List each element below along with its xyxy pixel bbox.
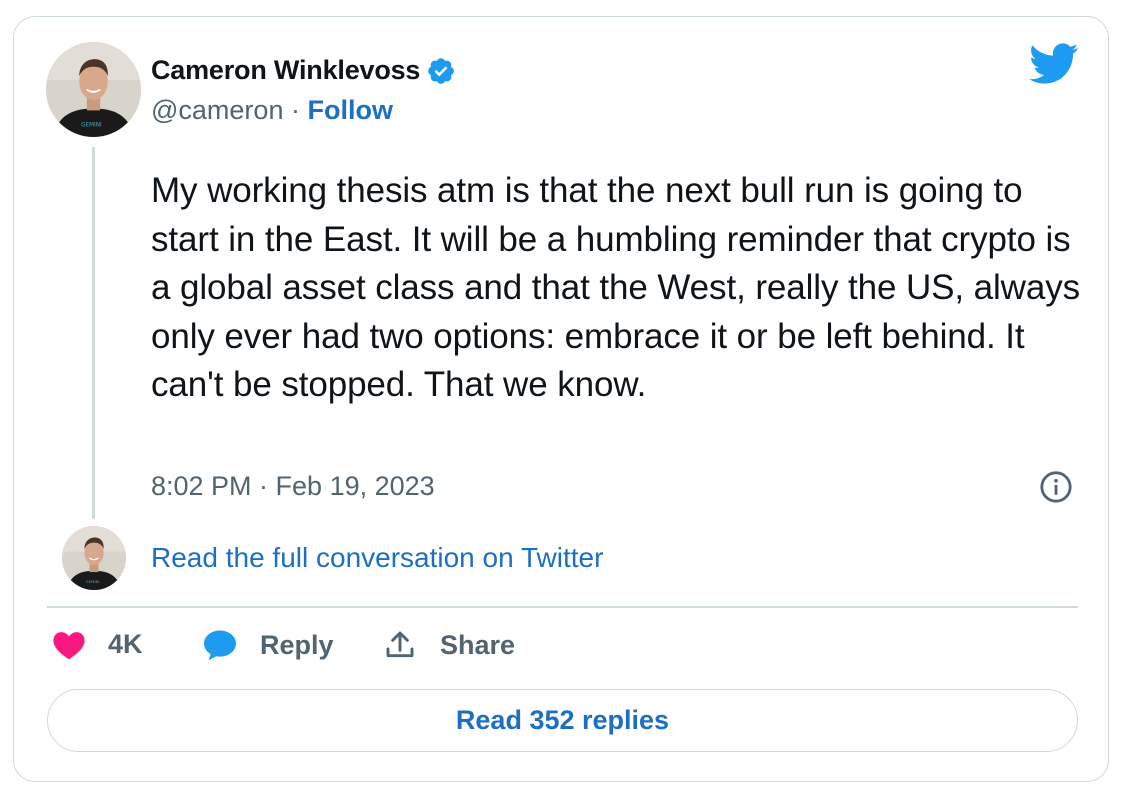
heart-icon bbox=[53, 631, 85, 659]
follow-button[interactable]: Follow bbox=[308, 95, 393, 125]
author-handle-row: @cameron · Follow bbox=[151, 95, 393, 126]
share-label: Share bbox=[440, 629, 516, 660]
reply-button[interactable]: Reply bbox=[202, 629, 334, 661]
tweet-card: GEMINI Cameron Winklevoss @cameron · Fol… bbox=[13, 16, 1109, 782]
like-count: 4K bbox=[108, 629, 143, 659]
thread-line bbox=[92, 147, 95, 519]
divider bbox=[47, 606, 1078, 608]
shirt-logo-text-small: GEMINI bbox=[86, 579, 100, 584]
read-replies-button[interactable]: Read 352 replies bbox=[47, 689, 1078, 752]
verified-badge-icon bbox=[428, 57, 455, 84]
info-icon[interactable] bbox=[1039, 470, 1073, 504]
author-name-row: Cameron Winklevoss bbox=[151, 55, 456, 86]
share-icon bbox=[386, 631, 414, 658]
tweet-text: My working thesis atm is that the next b… bbox=[151, 171, 1081, 404]
author-name[interactable]: Cameron Winklevoss bbox=[151, 55, 420, 86]
reply-label: Reply bbox=[260, 629, 334, 660]
handle-separator: · bbox=[290, 95, 300, 125]
shirt-logo-text: GEMINI bbox=[81, 123, 102, 129]
author-avatar[interactable]: GEMINI bbox=[46, 42, 141, 137]
author-avatar-small[interactable]: GEMINI bbox=[62, 526, 126, 590]
twitter-bird-icon[interactable] bbox=[1029, 43, 1079, 85]
author-photo-small: GEMINI bbox=[62, 526, 126, 590]
tweet-timestamp[interactable]: 8:02 PM · Feb 19, 2023 bbox=[151, 471, 435, 502]
like-button[interactable]: 4K bbox=[52, 629, 143, 660]
share-button[interactable]: Share bbox=[384, 629, 515, 661]
author-handle[interactable]: @cameron bbox=[151, 95, 283, 125]
author-photo: GEMINI bbox=[46, 42, 141, 137]
read-conversation-link[interactable]: Read the full conversation on Twitter bbox=[151, 542, 603, 574]
reply-bubble-icon bbox=[204, 630, 236, 661]
